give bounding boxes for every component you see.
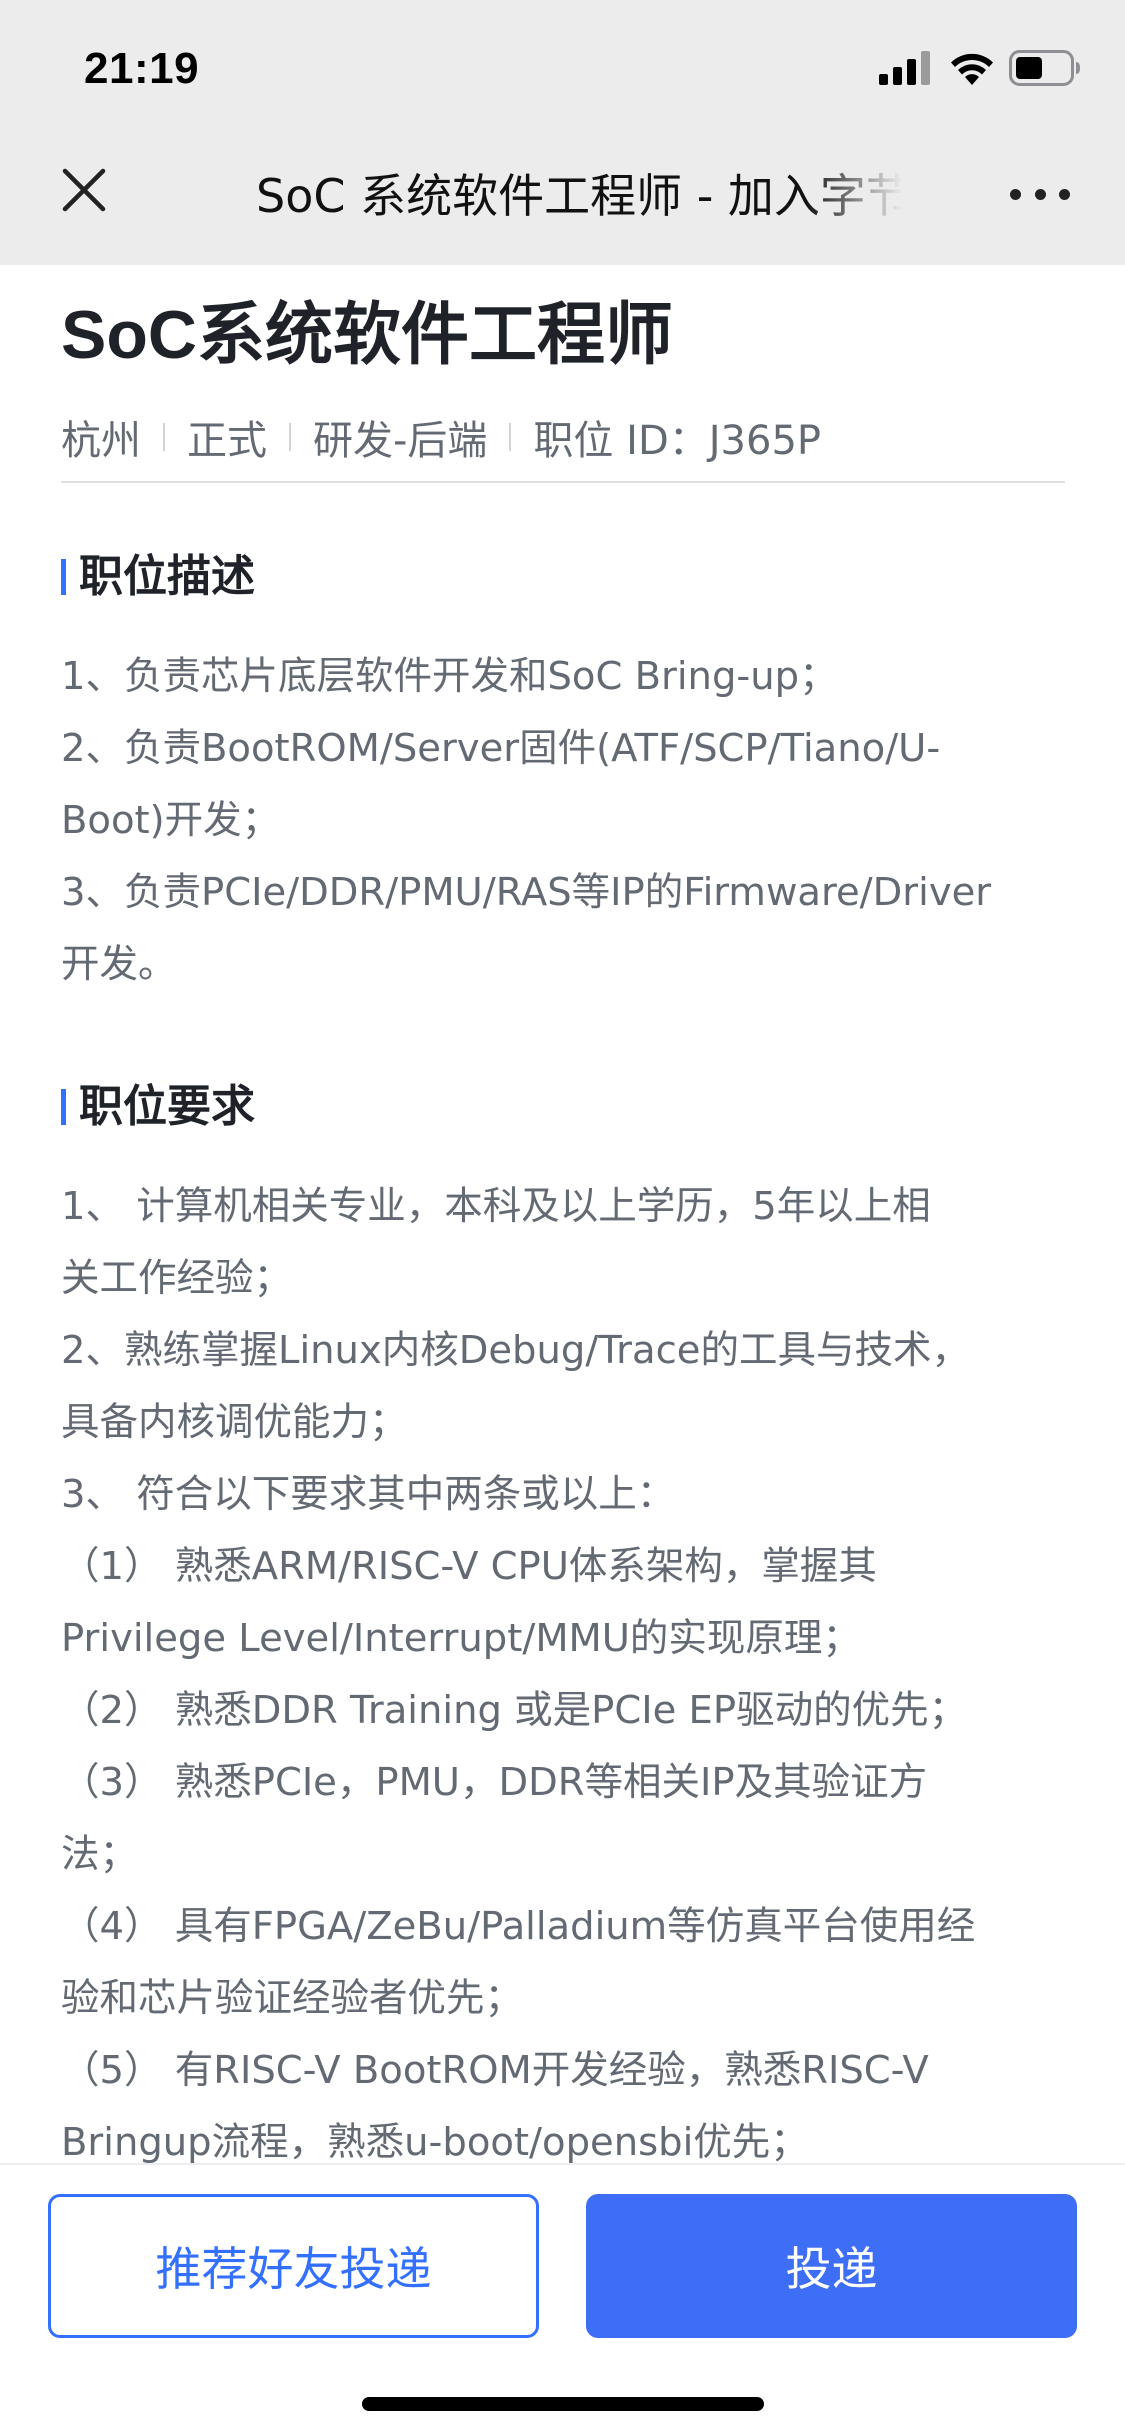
more-dots-icon [1010, 188, 1021, 200]
requirement-line: 1、 计算机相关专业，本科及以上学历，5年以上相 [61, 1184, 931, 1229]
job-id: 职位 ID：J365P [533, 418, 822, 464]
requirements-heading-label: 职位要求 [79, 1081, 255, 1132]
requirement-line: 具备内核调优能力； [61, 1400, 408, 1445]
refer-friend-button[interactable]: 推荐好友投递 [48, 2194, 539, 2338]
requirements-heading: 职位要求 [61, 1077, 1065, 1137]
requirement-line: Privilege Level/Interrupt/MMU的实现原理； [61, 1616, 861, 1661]
description-line: 开发。 [61, 942, 177, 987]
job-city: 杭州 [61, 418, 141, 464]
meta-separator [509, 423, 512, 451]
status-icons [879, 50, 1081, 90]
job-category: 研发-后端 [313, 418, 488, 464]
meta-divider [61, 481, 1065, 483]
description-line: Boot)开发； [61, 798, 281, 843]
requirements-body: 1、 计算机相关专业，本科及以上学历，5年以上相 关工作经验； 2、熟练掌握Li… [61, 1171, 1065, 2179]
requirement-line: （1） 熟悉ARM/RISC-V CPU体系架构，掌握其 [61, 1544, 877, 1589]
description-line: 3、负责PCIe/DDR/PMU/RAS等IP的Firmware/Driver [61, 870, 992, 915]
apply-label: 投递 [785, 2242, 878, 2296]
close-icon [61, 167, 107, 217]
bottom-action-bar: 推荐好友投递 投递 [0, 2163, 1125, 2436]
cellular-signal-icon [879, 51, 935, 89]
heading-accent-bar [61, 559, 66, 595]
top-bar: 21:19 SoC 系统软件工程师 - 加入字节 [0, 0, 1125, 265]
requirement-line: 验和芯片验证经验者优先； [61, 1976, 524, 2021]
job-title: SoC系统软件工程师 [61, 297, 674, 373]
status-time: 21:19 [84, 44, 200, 93]
description-heading-label: 职位描述 [79, 551, 255, 602]
nav-title-container: SoC 系统软件工程师 - 加入字节跳动 [256, 160, 902, 232]
wifi-icon [949, 51, 995, 89]
meta-separator [163, 423, 165, 451]
job-type: 正式 [187, 418, 267, 464]
job-meta-row: 杭州 正式 研发-后端 职位 ID：J365P [61, 407, 1065, 467]
requirement-line: （4） 具有FPGA/ZeBu/Palladium等仿真平台使用经 [61, 1904, 976, 1949]
nav-title: SoC 系统软件工程师 - 加入字节跳动 [256, 169, 902, 223]
requirement-line: （2） 熟悉DDR Training 或是PCIe EP驱动的优先； [61, 1688, 968, 1733]
heading-accent-bar [61, 1089, 66, 1125]
battery-icon [1009, 50, 1081, 90]
requirement-line: 关工作经验； [61, 1256, 293, 1301]
meta-separator [289, 423, 291, 451]
description-line: 1、负责芯片底层软件开发和SoC Bring-up； [61, 654, 838, 699]
description-line: 2、负责BootROM/Server固件(ATF/SCP/Tiano/U- [61, 726, 941, 771]
close-button[interactable] [56, 164, 112, 220]
requirement-line: （3） 熟悉PCIe，PMU，DDR等相关IP及其验证方 [61, 1760, 928, 1805]
requirement-line: 法； [61, 1832, 139, 1877]
requirement-line: 3、 符合以下要求其中两条或以上： [61, 1472, 676, 1517]
refer-friend-label: 推荐好友投递 [155, 2242, 432, 2296]
description-body: 1、负责芯片底层软件开发和SoC Bring-up； 2、负责BootROM/S… [61, 641, 1065, 1001]
apply-button[interactable]: 投递 [586, 2194, 1077, 2338]
job-detail-content: SoC系统软件工程师 杭州 正式 研发-后端 职位 ID：J365P 职位描述 … [61, 265, 1065, 2179]
more-button[interactable] [1010, 180, 1070, 208]
requirement-line: 2、熟练掌握Linux内核Debug/Trace的工具与技术， [61, 1328, 970, 1373]
home-indicator[interactable] [362, 2397, 764, 2411]
requirement-line: （5） 有RISC-V BootROM开发经验，熟悉RISC-V [61, 2048, 929, 2093]
description-heading: 职位描述 [61, 547, 1065, 607]
